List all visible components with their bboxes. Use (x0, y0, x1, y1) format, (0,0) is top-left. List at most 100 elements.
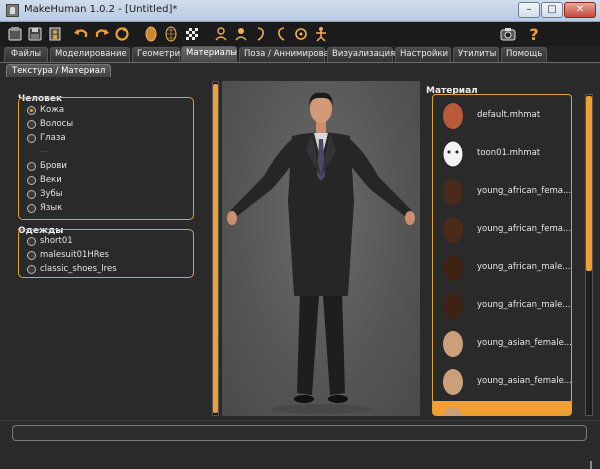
tab-settings[interactable]: Настройки (395, 47, 451, 62)
tab-files[interactable]: Файлы (4, 47, 48, 62)
radio-button[interactable] (27, 189, 36, 199)
top-view-icon[interactable] (292, 25, 310, 43)
material-item[interactable]: young_african_fema... (433, 211, 571, 249)
tab-utilities[interactable]: Утилиты (453, 47, 499, 62)
material-label: young_asian_female... (477, 376, 572, 386)
material-thumbnail-icon (443, 179, 463, 205)
human-group: Кожа Волосы Глаза — Брови Веки Зубы Язык (18, 97, 194, 220)
main-tabs: Файлы Моделирование Геометрии Материалы … (0, 46, 600, 62)
bottom-area (0, 420, 600, 469)
tab-pose-animate[interactable]: Поза / Аннимировать (239, 47, 339, 62)
radio-label: Волосы (40, 119, 74, 129)
material-thumbnail-icon (443, 407, 463, 415)
material-thumbnail-icon (443, 255, 463, 281)
viewport-3d[interactable] (222, 81, 420, 416)
help-icon[interactable]: ? (525, 25, 543, 44)
radio-clothes-short01[interactable]: short01 (27, 235, 73, 247)
material-label: toon01.mhmat (477, 148, 541, 158)
tab-rendering[interactable]: Визуализация (327, 47, 395, 62)
back-view-icon[interactable] (232, 25, 250, 43)
screenshot-icon[interactable] (499, 25, 517, 43)
material-thumbnail-icon (443, 331, 463, 357)
material-thumbnail-icon (443, 103, 463, 129)
radio-button[interactable] (27, 250, 36, 260)
material-item[interactable]: default.mhmat (433, 97, 571, 135)
material-item[interactable]: young_african_male... (433, 287, 571, 325)
radio-label: Зубы (40, 189, 63, 199)
material-label: young_african_male... (477, 300, 571, 310)
material-label: young_asian_female... (477, 338, 572, 348)
material-scrollbar-thumb[interactable] (586, 96, 592, 271)
radio-hair[interactable]: Волосы (27, 118, 73, 130)
radio-button[interactable] (27, 133, 36, 143)
log-field[interactable] (12, 425, 587, 441)
subtab-strip: Текстура / Материал (0, 62, 600, 78)
redo-icon[interactable] (93, 25, 111, 43)
radio-eyelids[interactable]: Веки (27, 174, 62, 186)
radio-eyebrows[interactable]: Брови (27, 160, 67, 172)
reset-icon[interactable] (113, 25, 131, 43)
front-view-icon[interactable] (212, 25, 230, 43)
side-view-icon[interactable] (252, 25, 270, 43)
left-scrollbar-thumb[interactable] (213, 84, 218, 413)
radio-button[interactable] (27, 264, 36, 274)
material-label: young_african_fema... (477, 186, 572, 196)
window-title: MakeHuman 1.0.2 - [Untitled]* (24, 4, 178, 15)
material-thumbnail-icon (442, 140, 464, 168)
tab-materials[interactable]: Материалы (181, 46, 237, 62)
clothes-group: short01 malesuit01HRes classic_shoes_lre… (18, 229, 194, 278)
radio-button[interactable] (27, 161, 36, 171)
material-item[interactable]: young_african_male... (433, 249, 571, 287)
dim-label: — (40, 147, 49, 157)
wireframe-icon[interactable] (162, 25, 180, 43)
radio-button[interactable] (27, 175, 36, 185)
radio-button[interactable] (27, 119, 36, 129)
radio-label: Глаза (40, 133, 66, 143)
minimize-button[interactable]: – (518, 2, 540, 18)
radio-button[interactable] (27, 105, 36, 115)
human-model (227, 92, 415, 414)
material-item[interactable]: toon01.mhmat (433, 135, 571, 173)
tab-texture-material[interactable]: Текстура / Материал (6, 64, 112, 78)
toolbar: ? (0, 22, 600, 46)
material-label: young_african_male... (477, 262, 571, 272)
material-label: young_african_fema... (477, 224, 572, 234)
close-button[interactable]: ✕ (564, 2, 596, 18)
material-item-selected[interactable] (433, 401, 571, 415)
radio-tongue[interactable]: Язык (27, 202, 62, 214)
export-icon[interactable] (46, 25, 64, 43)
radio-teeth[interactable]: Зубы (27, 188, 62, 200)
side-view-right-icon[interactable] (272, 25, 290, 43)
material-scrollbar[interactable] (585, 94, 593, 416)
radio-button[interactable] (27, 203, 36, 213)
checkerboard-icon[interactable] (183, 25, 201, 43)
radio-clothes-shoes[interactable]: classic_shoes_lres (27, 263, 117, 275)
radio-placeholder: — (27, 146, 49, 158)
radio-label: classic_shoes_lres (40, 264, 117, 274)
material-thumbnail-icon (443, 217, 463, 243)
tab-modelling[interactable]: Моделирование (50, 47, 130, 62)
skeleton-icon[interactable] (312, 25, 330, 43)
tab-geometries[interactable]: Геометрии (132, 47, 186, 62)
save-icon[interactable] (26, 25, 44, 43)
material-item[interactable]: young_african_fema... (433, 173, 571, 211)
resize-grip[interactable] (590, 461, 592, 469)
undo-icon[interactable] (72, 25, 90, 43)
main-area: Человек Кожа Волосы Глаза — Брови Веки З… (0, 77, 600, 420)
radio-clothes-malesuit[interactable]: malesuit01HRes (27, 249, 109, 261)
radio-eyes[interactable]: Глаза (27, 132, 66, 144)
left-scrollbar[interactable] (212, 81, 219, 416)
radio-label: Брови (40, 161, 67, 171)
radio-button[interactable] (27, 236, 36, 246)
app-icon (6, 4, 19, 17)
material-item[interactable]: young_asian_female... (433, 363, 571, 401)
new-file-icon[interactable] (6, 25, 24, 43)
smooth-icon[interactable] (142, 25, 160, 43)
radio-skin[interactable]: Кожа (27, 104, 64, 116)
material-thumbnail-icon (443, 369, 463, 395)
radio-label: Кожа (40, 105, 65, 115)
radio-label: malesuit01HRes (40, 250, 109, 260)
tab-help[interactable]: Помощь (501, 47, 547, 62)
maximize-button[interactable]: □ (541, 2, 563, 18)
material-item[interactable]: young_asian_female... (433, 325, 571, 363)
